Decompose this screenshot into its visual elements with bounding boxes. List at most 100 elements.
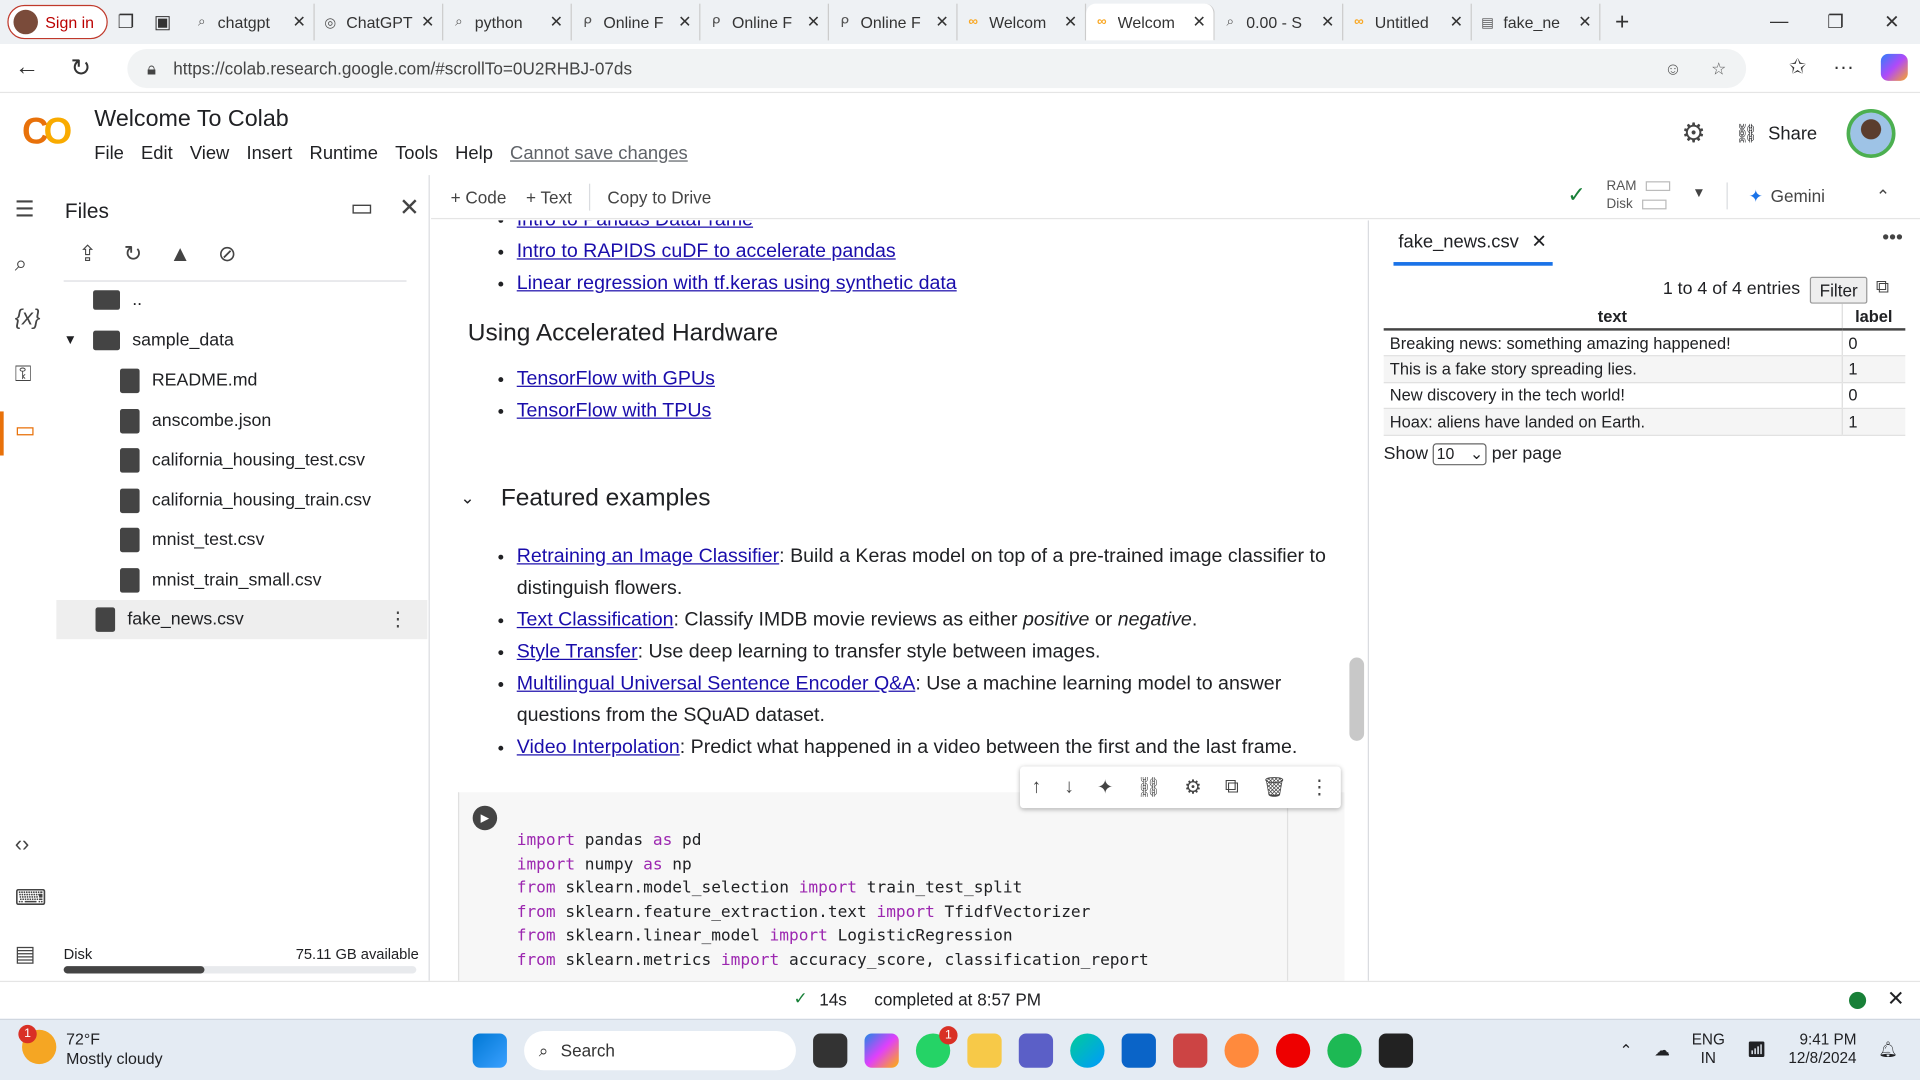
- menu-runtime[interactable]: Runtime: [310, 143, 378, 164]
- close-tab-icon[interactable]: ✕: [678, 12, 691, 32]
- browser-tab[interactable]: ⌕ chatgpt ✕: [186, 3, 315, 41]
- favorite-star-icon[interactable]: ☆: [1711, 58, 1726, 79]
- gemini-sparkle-icon[interactable]: ✦: [1097, 775, 1113, 799]
- outlook-icon[interactable]: [1121, 1033, 1156, 1068]
- variables-icon[interactable]: {x}: [15, 305, 41, 331]
- add-code-button[interactable]: + Code: [451, 187, 507, 207]
- featured-link[interactable]: Text Classification: [517, 610, 674, 631]
- notebook-link[interactable]: TensorFlow with TPUs: [517, 400, 712, 421]
- close-tab-icon[interactable]: ✕: [1321, 12, 1334, 32]
- more-vert-icon[interactable]: ⋮: [1310, 775, 1330, 799]
- upload-icon[interactable]: ⇪: [78, 241, 96, 267]
- menu-insert[interactable]: Insert: [246, 143, 292, 164]
- file-row[interactable]: california_housing_train.csv: [56, 481, 427, 520]
- resource-monitor[interactable]: RAM Disk: [1607, 178, 1671, 215]
- network-drive-icon[interactable]: ☁: [1654, 1040, 1669, 1058]
- close-tab-icon[interactable]: ✕: [292, 12, 305, 32]
- folder-row-sample-data[interactable]: ▼ sample_data: [56, 321, 427, 360]
- clock[interactable]: 9:41 PM 12/8/2024: [1788, 1031, 1856, 1068]
- more-vert-icon[interactable]: ⋮: [388, 607, 408, 631]
- browser-tab[interactable]: ⌕ 0.00 - S ✕: [1214, 3, 1343, 41]
- collections-icon[interactable]: ❐: [107, 4, 144, 41]
- secrets-key-icon[interactable]: ⚿: [15, 361, 32, 387]
- app-icon[interactable]: [1173, 1033, 1208, 1068]
- close-tab-icon[interactable]: ✕: [807, 12, 820, 32]
- table-row[interactable]: New discovery in the tech world! 0: [1383, 382, 1906, 409]
- code-snippets-icon[interactable]: ‹›: [15, 831, 30, 857]
- search-icon[interactable]: ⌕: [15, 251, 27, 277]
- mount-drive-icon[interactable]: ▲: [169, 241, 191, 267]
- browser-tab[interactable]: ⌕ python ✕: [443, 3, 572, 41]
- parent-folder-row[interactable]: ..: [56, 280, 427, 319]
- file-row-selected[interactable]: fake_news.csv ⋮: [56, 600, 428, 640]
- jupyter-icon[interactable]: [1224, 1033, 1259, 1068]
- chevron-down-icon[interactable]: ▼: [64, 333, 86, 348]
- featured-link[interactable]: Video Interpolation: [517, 737, 680, 758]
- copy-to-drive-button[interactable]: Copy to Drive: [607, 187, 711, 207]
- move-down-icon[interactable]: ↓: [1064, 776, 1074, 798]
- notebook-link[interactable]: Intro to Pandas DataFrame: [517, 220, 753, 230]
- file-row[interactable]: README.md: [56, 361, 427, 400]
- menu-file[interactable]: File: [94, 143, 124, 164]
- featured-link[interactable]: Retraining an Image Classifier: [517, 546, 779, 567]
- notebook-link[interactable]: Intro to RAPIDS cuDF to accelerate panda…: [517, 241, 896, 262]
- chevron-down-icon[interactable]: ⌄: [460, 487, 474, 508]
- table-row[interactable]: Hoax: aliens have landed on Earth. 1: [1383, 408, 1906, 436]
- file-row[interactable]: mnist_train_small.csv: [56, 561, 427, 600]
- file-row[interactable]: anscombe.json: [56, 401, 427, 440]
- gemini-button[interactable]: Gemini: [1771, 186, 1825, 206]
- add-text-button[interactable]: + Text: [526, 187, 572, 207]
- hide-files-icon[interactable]: ⊘: [218, 241, 236, 267]
- notifications-bell-icon[interactable]: 🔔︎: [1879, 1040, 1898, 1058]
- per-page-select[interactable]: 10 ⌄: [1433, 443, 1487, 466]
- table-of-contents-icon[interactable]: ☰: [15, 197, 35, 223]
- weather-widget[interactable]: 1 72°F Mostly cloudy: [18, 1024, 163, 1069]
- browser-tab[interactable]: ▤ fake_ne ✕: [1472, 3, 1601, 41]
- taskbar-search[interactable]: ⌕ Search: [524, 1031, 796, 1071]
- completed-status[interactable]: completed at 8:57 PM: [874, 989, 1041, 1009]
- spotify-icon[interactable]: [1327, 1033, 1362, 1068]
- tab-actions-icon[interactable]: ▣: [144, 4, 181, 41]
- close-tab-icon[interactable]: ✕: [935, 12, 948, 32]
- more-options-icon[interactable]: ···: [1833, 55, 1854, 79]
- open-in-tab-icon[interactable]: ▭: [350, 192, 373, 223]
- reload-button[interactable]: ↻: [54, 53, 108, 84]
- url-field[interactable]: 🔒︎ https://colab.research.google.com/#sc…: [127, 48, 1747, 89]
- table-row[interactable]: This is a fake story spreading lies. 1: [1383, 355, 1906, 383]
- close-tab-icon[interactable]: ✕: [1192, 12, 1205, 32]
- notebook-scrollbar[interactable]: [1349, 657, 1365, 741]
- featured-link[interactable]: Style Transfer: [517, 642, 638, 663]
- close-icon[interactable]: ✕: [1887, 987, 1904, 1011]
- browser-tab[interactable]: ᑭ Online F ✕: [700, 3, 829, 41]
- files-folder-icon[interactable]: ▭: [15, 418, 36, 444]
- move-up-icon[interactable]: ↑: [1031, 776, 1041, 798]
- wifi-icon[interactable]: 📶︎: [1747, 1040, 1766, 1058]
- whatsapp-icon[interactable]: 1: [915, 1026, 958, 1068]
- task-view-icon[interactable]: [813, 1033, 848, 1068]
- cannot-save-link[interactable]: Cannot save changes: [510, 143, 688, 164]
- column-header-label[interactable]: label: [1841, 303, 1906, 331]
- close-window-button[interactable]: ✕: [1864, 11, 1920, 33]
- viewer-tab[interactable]: fake_news.csv ✕: [1398, 230, 1546, 252]
- browser-tab[interactable]: ᑭ Online F ✕: [829, 3, 958, 41]
- featured-link[interactable]: Multilingual Universal Sentence Encoder …: [517, 673, 916, 694]
- close-tab-icon[interactable]: ✕: [1064, 12, 1077, 32]
- notebook-link[interactable]: TensorFlow with GPUs: [517, 369, 715, 390]
- minimize-button[interactable]: —: [1751, 11, 1807, 33]
- share-button[interactable]: ⛓ Share: [1735, 122, 1817, 144]
- file-row[interactable]: mnist_test.csv: [56, 521, 427, 560]
- language-indicator[interactable]: ENG IN: [1692, 1031, 1725, 1068]
- table-row[interactable]: Breaking news: something amazing happene…: [1383, 329, 1906, 357]
- code-editor[interactable]: import pandas as pd import numpy as np f…: [517, 829, 1149, 972]
- filter-button[interactable]: Filter: [1809, 276, 1868, 304]
- link-icon[interactable]: ⛓: [1136, 775, 1161, 799]
- copy-icon[interactable]: ⧉: [1876, 277, 1889, 298]
- signin-button[interactable]: Sign in: [7, 4, 108, 40]
- more-horiz-icon[interactable]: •••: [1882, 228, 1903, 250]
- colab-logo[interactable]: CO: [22, 111, 72, 153]
- notebook-title[interactable]: Welcome To Colab: [94, 107, 288, 134]
- opera-icon[interactable]: [1275, 1033, 1311, 1068]
- browser-tab[interactable]: ∞ Welcom ✕: [957, 3, 1086, 41]
- terminal-icon[interactable]: ▤: [15, 942, 36, 968]
- close-panel-icon[interactable]: ✕: [399, 192, 420, 223]
